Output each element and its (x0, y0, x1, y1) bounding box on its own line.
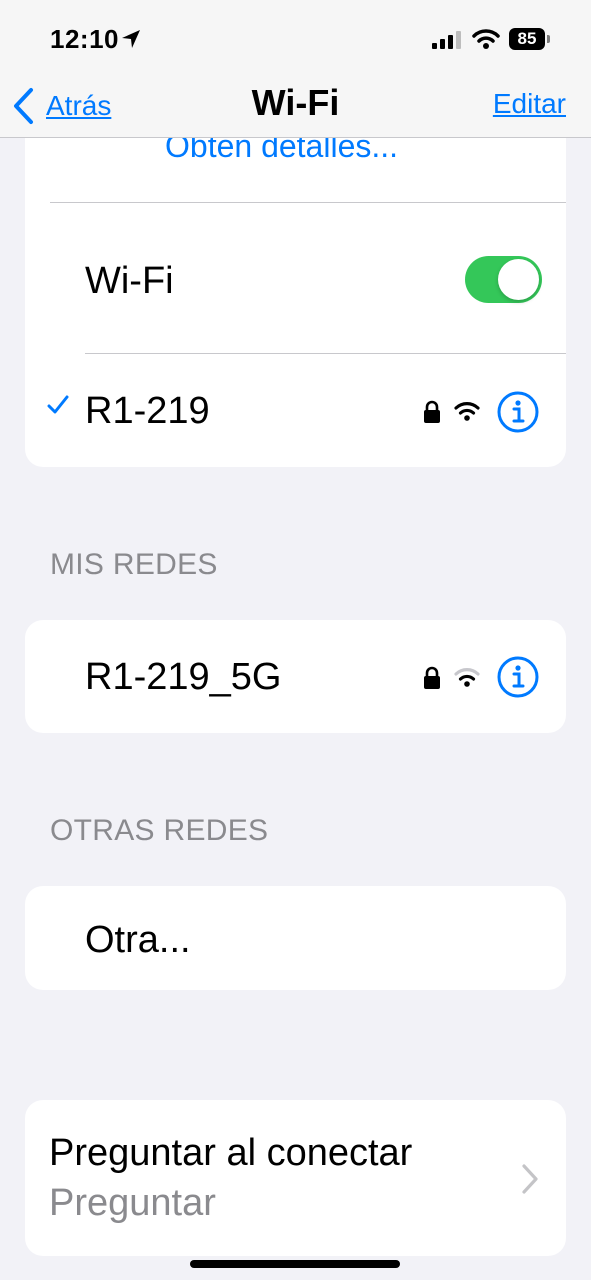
wifi-status-icon (472, 29, 500, 49)
other-networks-card: Otra... (25, 886, 566, 990)
status-time: 12:10 (50, 24, 119, 54)
wifi-toggle-label: Wi-Fi (85, 260, 174, 302)
saved-network-name[interactable]: R1-219_5G (85, 656, 281, 699)
divider (50, 202, 566, 203)
connected-network-name[interactable]: R1-219 (85, 390, 210, 433)
my-networks-card: R1-219_5G (25, 620, 566, 733)
toggle-knob (498, 259, 539, 300)
chevron-right-icon (522, 1164, 538, 1194)
other-networks-header: OTRAS REDES (50, 814, 269, 847)
ask-to-join-value: Preguntar (49, 1182, 216, 1224)
wifi-signal-icon (454, 402, 480, 421)
home-indicator[interactable] (190, 1260, 400, 1268)
other-network-button[interactable]: Otra... (85, 919, 191, 962)
lock-icon (424, 400, 440, 423)
navigation-bar: Atrás Wi-Fi Editar (0, 78, 591, 138)
info-icon[interactable] (496, 390, 540, 434)
ask-to-join-row[interactable]: Preguntar al conectar Preguntar (25, 1100, 566, 1256)
wifi-signal-weak-icon (454, 668, 480, 687)
wifi-toggle[interactable] (465, 256, 542, 303)
wifi-main-card: Obtén detalles... Wi-Fi R1-219 (25, 110, 566, 467)
location-arrow-icon (122, 30, 140, 48)
battery-level: 85 (517, 29, 537, 48)
status-bar: 12:10 85 (0, 0, 591, 78)
checkmark-icon (47, 395, 69, 414)
info-icon[interactable] (496, 655, 540, 699)
edit-button[interactable]: Editar (493, 88, 566, 120)
ask-to-join-title: Preguntar al conectar (49, 1132, 413, 1174)
wifi-settings-screen: 12:10 85 Atrás Wi-Fi Editar Obtén detall… (0, 0, 591, 1280)
divider (85, 353, 566, 354)
cellular-signal-icon (432, 31, 461, 49)
my-networks-header: MIS REDES (50, 548, 218, 581)
lock-icon (424, 666, 440, 689)
battery-cap (547, 35, 550, 43)
battery-icon: 85 (509, 28, 545, 50)
